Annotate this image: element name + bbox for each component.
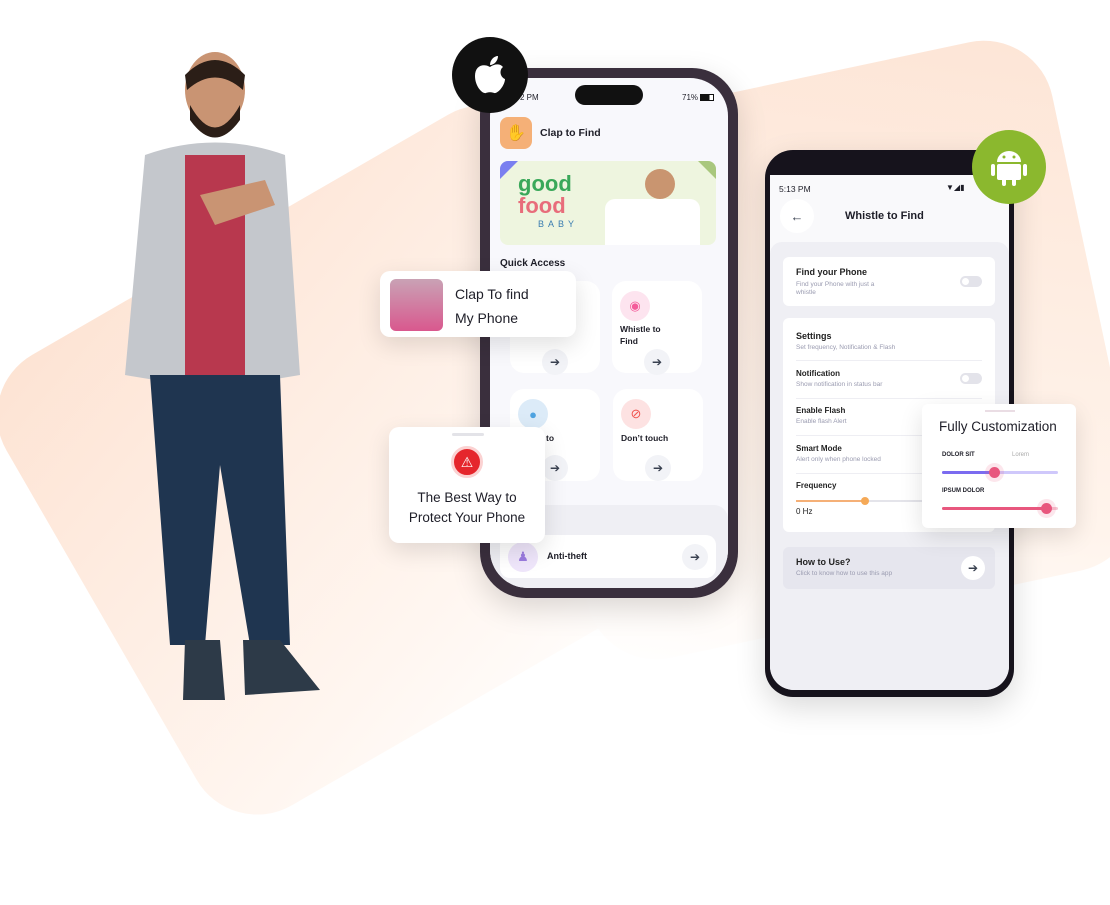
how-to-subtitle: Click to know how to use this app bbox=[796, 570, 893, 577]
slider1-hint: Lorem bbox=[1012, 452, 1030, 458]
customization-title: Fully Customization bbox=[939, 419, 1057, 434]
smart-mode-title: Smart Mode bbox=[796, 444, 842, 453]
quick-access-tile-dont-touch[interactable]: ⊘ Don’t touch ➔ bbox=[613, 389, 703, 481]
screen-title: Whistle to Find bbox=[845, 210, 924, 222]
how-to-use-card[interactable]: How to Use? Click to know how to use thi… bbox=[783, 547, 995, 589]
drag-handle bbox=[985, 410, 1015, 412]
slider1-label: DOLOR SIT bbox=[942, 452, 975, 458]
find-subtitle: Find your Phone with just a whistle bbox=[796, 281, 875, 296]
battery-level: 71% bbox=[682, 93, 699, 102]
flash-title: Enable Flash bbox=[796, 406, 846, 415]
arrow-right-icon[interactable]: ➔ bbox=[542, 455, 568, 481]
settings-title: Settings bbox=[796, 331, 832, 341]
divider bbox=[796, 398, 982, 399]
warning-icon: ⚠ bbox=[451, 446, 483, 478]
tile-label: Whistle to Find bbox=[620, 324, 661, 346]
android-logo-icon bbox=[991, 151, 1027, 186]
frequency-slider-fill bbox=[796, 500, 866, 502]
info-corner-icon[interactable] bbox=[698, 161, 716, 179]
frequency-value: 0 Hz bbox=[796, 507, 813, 516]
status-time: 5:13 PM bbox=[779, 184, 811, 194]
divider bbox=[796, 360, 982, 361]
quick-access-tile-whistle[interactable]: ◉ Whistle to Find ➔ bbox=[612, 281, 702, 375]
section-title: Quick Access bbox=[500, 258, 566, 269]
find-title: Find your Phone bbox=[796, 267, 867, 277]
ad-badge bbox=[500, 161, 518, 179]
clap-card-line2: My Phone bbox=[455, 310, 519, 326]
woman-clapping-avatar bbox=[390, 279, 443, 331]
frequency-label: Frequency bbox=[796, 481, 837, 490]
android-badge bbox=[972, 130, 1046, 204]
protect-line2: Protect Your Phone bbox=[408, 510, 526, 525]
back-button[interactable]: ← bbox=[780, 199, 814, 233]
speech-icon: ● bbox=[518, 399, 548, 429]
arrow-right-icon[interactable]: ➔ bbox=[644, 349, 670, 375]
how-to-title: How to Use? bbox=[796, 557, 851, 567]
clap-app-icon: ✋ bbox=[500, 117, 532, 149]
clap-to-find-card: Clap To find My Phone bbox=[380, 271, 576, 337]
arrow-right-icon[interactable]: ➔ bbox=[682, 544, 708, 570]
anti-theft-label: Anti-theft bbox=[547, 551, 587, 561]
banner-logo: food bbox=[518, 193, 566, 218]
slider-thumb[interactable] bbox=[1041, 503, 1053, 514]
slider-fill bbox=[942, 471, 995, 474]
status-icons: ▼◢▮ bbox=[946, 183, 965, 192]
high-chair-image bbox=[605, 199, 700, 245]
apple-badge bbox=[452, 37, 528, 113]
notification-toggle[interactable] bbox=[960, 373, 982, 384]
drag-handle bbox=[452, 433, 484, 436]
tile-label: Don’t touch bbox=[621, 433, 669, 443]
whistle-icon: ◉ bbox=[620, 291, 650, 321]
protect-line1: The Best Way to bbox=[417, 490, 517, 505]
tile-label: to bbox=[546, 433, 555, 443]
apple-logo-icon bbox=[475, 56, 505, 94]
arrow-right-icon[interactable]: ➔ bbox=[645, 455, 671, 481]
no-touch-icon: ⊘ bbox=[621, 399, 651, 429]
app-title: Clap to Find bbox=[540, 127, 601, 139]
baby-image bbox=[645, 169, 675, 199]
banner-logo: BABY bbox=[538, 219, 579, 229]
customization-card: Fully Customization DOLOR SIT Lorem IPSU… bbox=[922, 404, 1076, 528]
smart-mode-subtitle: Alert only when phone locked bbox=[796, 456, 881, 463]
settings-subtitle: Set frequency, Notification & Flash bbox=[796, 344, 896, 351]
spy-icon: ♟ bbox=[508, 542, 538, 572]
status-time: 2 PM bbox=[520, 93, 539, 102]
frequency-slider[interactable] bbox=[796, 497, 922, 505]
dynamic-island bbox=[575, 85, 643, 105]
slider-dolor-sit[interactable] bbox=[942, 467, 1058, 478]
find-phone-card: Find your Phone Find your Phone with jus… bbox=[783, 257, 995, 306]
battery-icon bbox=[700, 94, 714, 101]
person-clapping-image bbox=[125, 52, 320, 700]
slider-fill bbox=[942, 507, 1047, 510]
slider-thumb[interactable] bbox=[989, 467, 1001, 478]
arrow-right-icon[interactable]: ➔ bbox=[542, 349, 568, 375]
flash-subtitle: Enable flash Alert bbox=[796, 418, 847, 425]
slider-ipsum-dolor[interactable] bbox=[942, 503, 1058, 514]
frequency-slider-thumb[interactable] bbox=[861, 497, 870, 505]
ad-banner[interactable]: good food BABY bbox=[500, 161, 716, 245]
notification-subtitle: Show notification in status bar bbox=[796, 381, 883, 388]
find-toggle[interactable] bbox=[960, 276, 982, 287]
arrow-right-icon[interactable]: ➔ bbox=[961, 556, 985, 580]
notification-title: Notification bbox=[796, 369, 840, 378]
clap-card-line1: Clap To find bbox=[455, 286, 529, 302]
slider2-label: IPSUM DOLOR bbox=[942, 488, 985, 494]
protect-phone-card: ⚠ The Best Way to Protect Your Phone bbox=[389, 427, 545, 543]
